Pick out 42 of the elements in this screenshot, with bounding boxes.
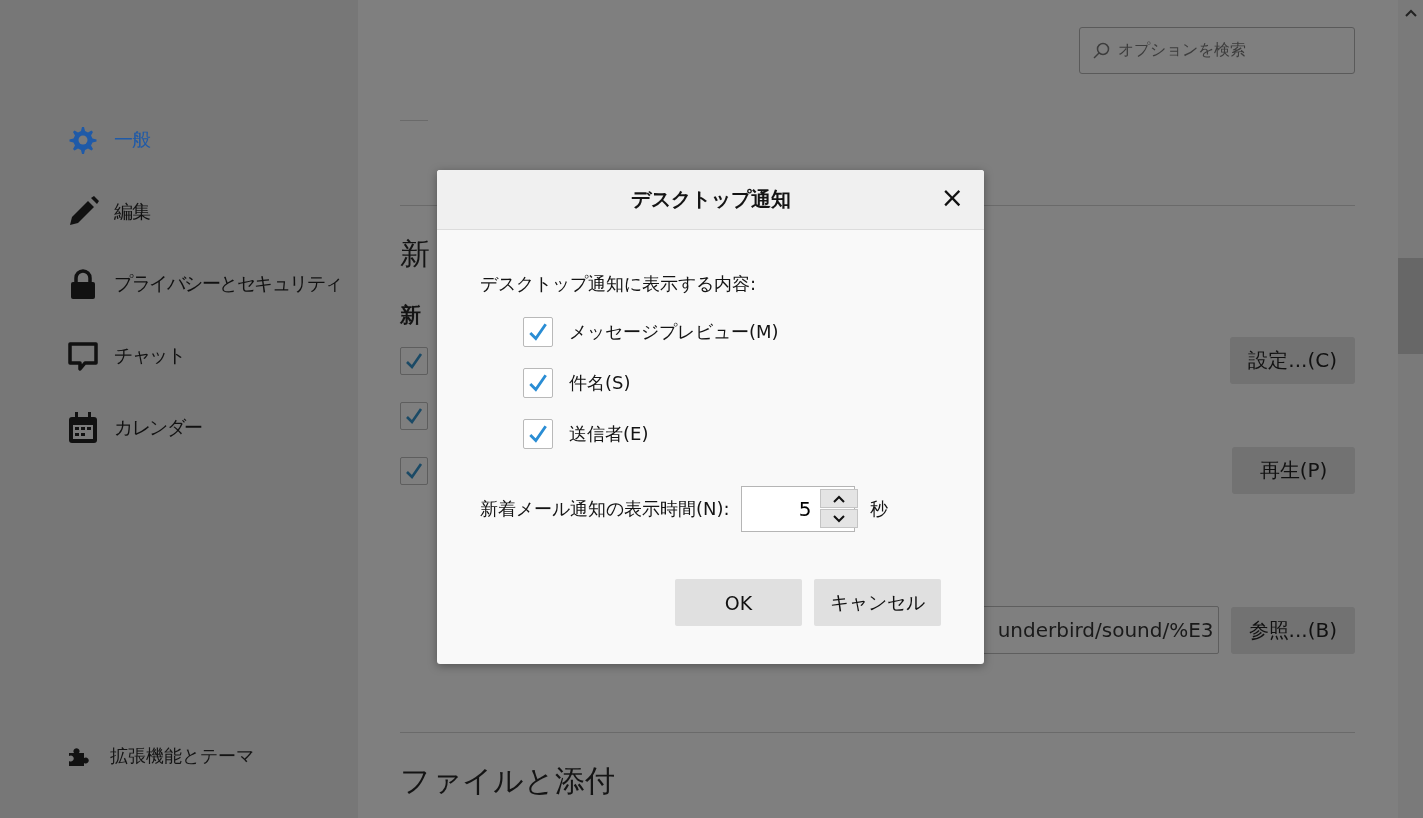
calendar-icon xyxy=(66,411,100,445)
scrollbar-thumb[interactable] xyxy=(1398,258,1423,354)
scroll-up-icon[interactable] xyxy=(1404,8,1418,18)
increment-button[interactable] xyxy=(819,489,858,508)
checkbox-label: メッセージプレビュー(M) xyxy=(569,320,779,344)
checkbox[interactable] xyxy=(400,401,428,430)
unit-label: 秒 xyxy=(869,497,888,521)
sidebar-item[interactable]: プライバシーとセキュリティ xyxy=(66,264,342,304)
dialog-title: デスクトップ通知 xyxy=(630,186,791,213)
checkbox[interactable] xyxy=(400,346,428,375)
section-heading: ファイルと添付 xyxy=(400,762,616,800)
settings-button[interactable]: 設定...(C) xyxy=(1230,337,1355,384)
subsection-heading: 新 xyxy=(400,302,422,329)
chevron-up-icon xyxy=(832,494,845,503)
browse-button[interactable]: 参照...(B) xyxy=(1230,606,1355,654)
intro-label: デスクトップ通知に表示する内容: xyxy=(480,272,758,296)
section-heading: 新 xyxy=(400,235,431,273)
cancel-button[interactable]: キャンセル xyxy=(814,579,941,626)
chevron-down-icon xyxy=(832,514,845,523)
sidebar-item[interactable]: 編集 xyxy=(66,192,149,232)
ok-button[interactable]: OK xyxy=(675,579,802,626)
checkbox[interactable] xyxy=(523,317,553,347)
number-spinner[interactable]: 5 xyxy=(740,486,855,532)
checkmark-icon xyxy=(527,423,549,445)
sidebar-item[interactable]: 拡張機能とテーマ xyxy=(66,744,358,768)
search-icon xyxy=(1092,41,1110,60)
number-field[interactable]: 5 xyxy=(741,487,818,531)
checkmark-icon xyxy=(527,372,549,394)
duration-label: 新着メール通知の表示時間(N): xyxy=(480,497,730,521)
checkbox[interactable] xyxy=(400,456,428,485)
sidebar-item[interactable]: カレンダー xyxy=(66,408,202,448)
sidebar-item[interactable]: チャット xyxy=(66,336,184,376)
checkbox-label: 件名(S) xyxy=(569,371,631,395)
close-button[interactable]: × xyxy=(938,184,966,212)
checkmark-icon xyxy=(527,321,549,343)
search-field[interactable]: オプションを検索 xyxy=(1079,27,1355,74)
decrement-button[interactable] xyxy=(819,509,858,528)
chat-icon xyxy=(66,339,100,373)
settings-button[interactable]: 再生(P) xyxy=(1232,447,1355,494)
checkbox[interactable] xyxy=(523,419,553,449)
checkbox-label: 送信者(E) xyxy=(569,422,649,446)
checkbox[interactable] xyxy=(523,368,553,398)
